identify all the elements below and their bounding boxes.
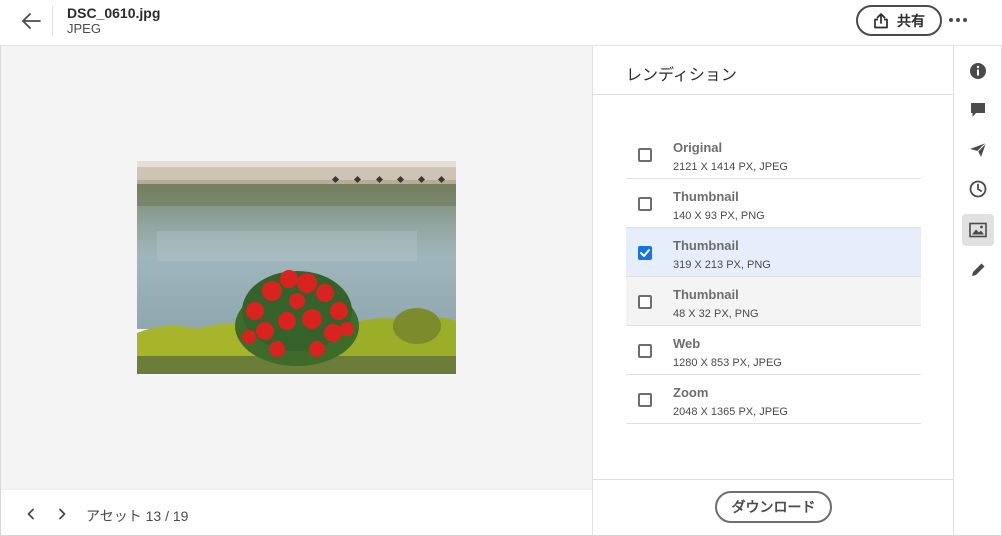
rendition-name: Thumbnail: [673, 287, 739, 302]
rendition-meta: 2048 X 1365 PX, JPEG: [673, 406, 788, 418]
renditions-button[interactable]: [962, 214, 994, 246]
next-asset-button[interactable]: [52, 504, 72, 524]
header: DSC_0610.jpg JPEG 共有: [0, 0, 1002, 46]
share-label: 共有: [897, 12, 925, 29]
previous-asset-button[interactable]: [21, 504, 41, 524]
rendition-checkbox[interactable]: [638, 148, 652, 162]
rendition-row[interactable]: Web 1280 X 853 PX, JPEG: [626, 326, 921, 375]
info-icon: [970, 63, 986, 79]
asset-image[interactable]: [137, 161, 456, 374]
header-divider: [52, 6, 53, 36]
rendition-row[interactable]: Zoom 2048 X 1365 PX, JPEG: [626, 375, 921, 424]
rendition-name: Web: [673, 336, 701, 351]
rendition-name: Thumbnail: [673, 189, 739, 204]
rendition-name: Zoom: [673, 385, 709, 400]
rendition-checkbox[interactable]: [638, 295, 652, 309]
history-button[interactable]: [962, 173, 994, 205]
rendition-name: Thumbnail: [673, 238, 739, 253]
rendition-row[interactable]: Original 2121 X 1414 PX, JPEG: [626, 130, 921, 179]
file-type: JPEG: [67, 21, 101, 36]
rendition-meta: 140 X 93 PX, PNG: [673, 210, 765, 222]
rendition-row[interactable]: Thumbnail 140 X 93 PX, PNG: [626, 179, 921, 228]
download-button[interactable]: ダウンロード: [715, 491, 832, 523]
rendition-row[interactable]: Thumbnail 48 X 32 PX, PNG: [626, 277, 921, 326]
share-icon: [874, 12, 888, 28]
asset-navigation: アセット 13 / 19: [1, 489, 592, 535]
image-icon: [969, 222, 987, 238]
share-button[interactable]: 共有: [856, 5, 942, 36]
more-button[interactable]: [947, 10, 969, 30]
renditions-list: Original 2121 X 1414 PX, JPEG Thumbnail …: [626, 130, 921, 424]
rendition-meta: 2121 X 1414 PX, JPEG: [673, 161, 788, 173]
chevron-right-icon: [59, 508, 66, 520]
send-icon: [970, 142, 987, 157]
edit-icon: [972, 263, 985, 276]
rendition-meta: 48 X 32 PX, PNG: [673, 308, 759, 320]
send-button[interactable]: [962, 134, 994, 166]
edit-button[interactable]: [962, 254, 994, 286]
rendition-checkbox[interactable]: [638, 344, 652, 358]
divider: [593, 94, 953, 95]
renditions-panel: レンディション Original 2121 X 1414 PX, JPEG Th…: [592, 46, 953, 535]
file-name: DSC_0610.jpg: [67, 5, 161, 21]
back-button[interactable]: [14, 6, 48, 36]
rendition-meta: 1280 X 853 PX, JPEG: [673, 357, 782, 369]
rendition-meta: 319 X 213 PX, PNG: [673, 259, 771, 271]
info-button[interactable]: [962, 55, 994, 87]
comment-icon: [971, 103, 985, 117]
panel-title: レンディション: [626, 67, 737, 84]
rendition-row-selected[interactable]: Thumbnail 319 X 213 PX, PNG: [626, 228, 921, 277]
divider: [593, 479, 953, 480]
side-rail: [953, 46, 1001, 535]
chevron-left-icon: [27, 508, 34, 520]
comments-button[interactable]: [962, 94, 994, 126]
rendition-checkbox[interactable]: [638, 197, 652, 211]
rendition-checkbox-checked[interactable]: [638, 246, 652, 260]
rendition-checkbox[interactable]: [638, 393, 652, 407]
history-icon: [969, 180, 987, 198]
rendition-name: Original: [673, 140, 723, 155]
more-icon: [949, 18, 967, 22]
checkmark-icon: [640, 249, 650, 257]
asset-preview: [1, 46, 592, 489]
asset-counter: アセット 13 / 19: [86, 508, 189, 524]
arrow-left-icon: [22, 13, 41, 29]
